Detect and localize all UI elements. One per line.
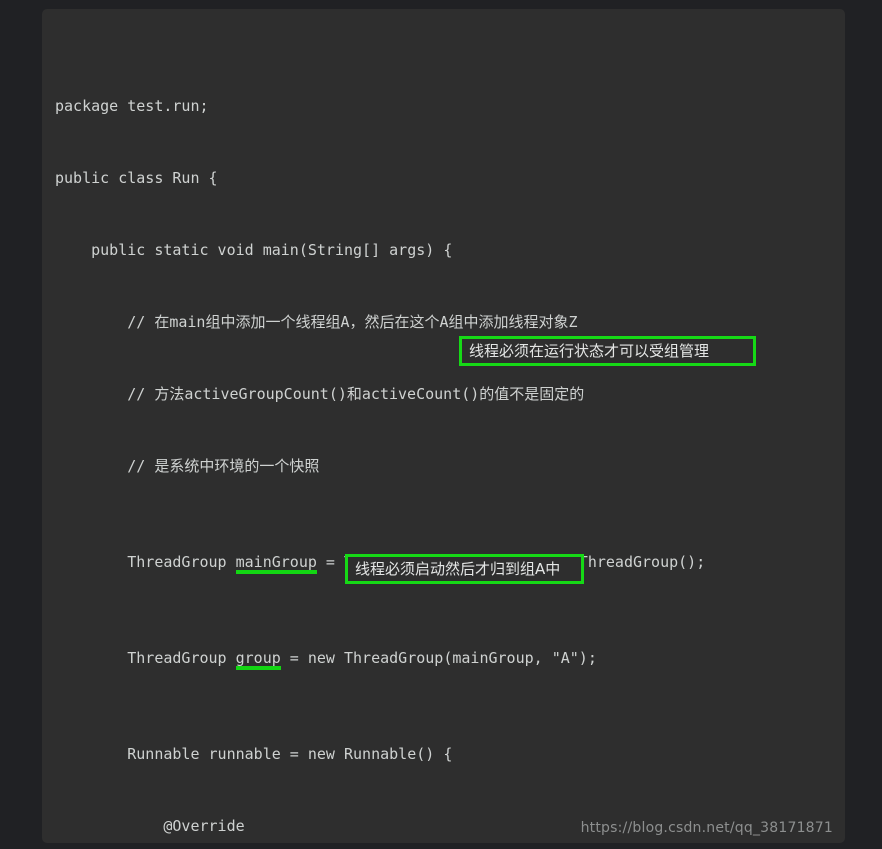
watermark-url: https://blog.csdn.net/qq_38171871 [580,820,833,836]
code-line-text: public static void main(String[] args) { [55,241,453,259]
underlined-identifier-group: group [235,646,281,670]
code-line-comment: // 在main组中添加一个线程组A，然后在这个A组中添加线程对象Z [55,310,845,334]
code-line-text: public class Run { [55,169,218,187]
code-listing: package test.run; public class Run { pub… [55,22,845,843]
code-line: ThreadGroup group = new ThreadGroup(main… [55,646,845,670]
code-line: package test.run; [55,94,845,118]
annotation-box-thread-start-group: 线程必须启动然后才归到组A中 [345,554,584,584]
code-line-text: ThreadGroup [55,553,236,571]
code-line-text: = new ThreadGroup(mainGroup, "A"); [280,649,597,667]
code-line-comment: // 是系统中环境的一个快照 [55,454,845,478]
annotation-box-thread-running-state: 线程必须在运行状态才可以受组管理 [459,336,756,366]
annotation-text: 线程必须启动然后才归到组A中 [355,559,561,578]
annotation-text: 线程必须在运行状态才可以受组管理 [469,341,710,360]
code-line-text: // 方法activeGroupCount()和activeCount()的值不… [55,385,585,403]
code-line: public static void main(String[] args) { [55,238,845,262]
code-line-text: @Override [55,817,245,835]
code-line-text: ThreadGroup [55,649,236,667]
screenshot-root: package test.run; public class Run { pub… [0,0,882,849]
code-line: Runnable runnable = new Runnable() { [55,742,845,766]
underlined-identifier-mainGroup: mainGroup [235,550,318,574]
code-line: public class Run { [55,166,845,190]
code-line-text: // 是系统中环境的一个快照 [55,457,320,475]
code-line-comment: // 方法activeGroupCount()和activeCount()的值不… [55,382,845,406]
code-block: package test.run; public class Run { pub… [42,9,845,843]
code-line-text: package test.run; [55,97,209,115]
code-line-text: // 在main组中添加一个线程组A，然后在这个A组中添加线程对象Z [55,313,578,331]
code-line-text: Runnable runnable = new Runnable() { [55,745,453,763]
